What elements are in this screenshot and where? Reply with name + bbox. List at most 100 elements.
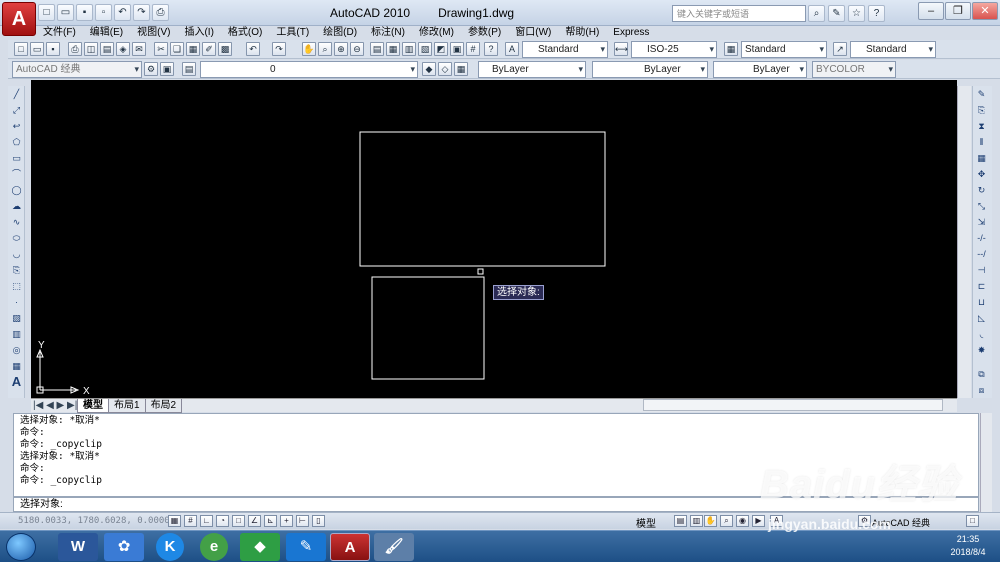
copy-icon[interactable]: ❏ [170,42,184,56]
rectangle-icon[interactable]: ▭ [10,152,23,164]
layer-properties-icon[interactable]: ▤ [182,62,196,76]
offset-icon[interactable]: ⫴ [975,136,988,148]
ortho-toggle-icon[interactable]: ∟ [200,515,213,527]
open-file-icon[interactable]: ▭ [30,42,44,56]
workspace-settings-icon[interactable]: ⚙ [144,62,158,76]
layout-tab[interactable]: 模型 [77,399,109,413]
quickcalc-icon[interactable]: ▣ [450,42,464,56]
break-icon[interactable]: ⊏ [975,280,988,292]
layer-previous-icon[interactable]: ◇ [438,62,452,76]
circle-icon[interactable]: ◯ [10,184,23,196]
fillet-icon[interactable]: ◟ [975,328,988,340]
showmotion-icon[interactable]: ▶ [752,515,765,527]
polygon-icon[interactable]: ⬠ [10,136,23,148]
grid-toggle-icon[interactable]: # [184,515,197,527]
plot-icon[interactable]: ⎙ [152,4,169,21]
menu-item[interactable]: 帮助(H) [558,26,606,40]
region-icon[interactable]: ◎ [10,344,23,356]
layout-tab[interactable]: 布局1 [108,399,146,413]
layer-select[interactable]: 0 [200,61,418,78]
plotstyle-select[interactable]: BYCOLOR [812,61,896,78]
polyline-icon[interactable]: ↩ [10,120,23,132]
browser-app-icon[interactable]: e [200,533,228,561]
trim-icon[interactable]: -/- [975,232,988,244]
stretch-icon[interactable]: ⇲ [975,216,988,228]
canvas-horizontal-scrollbar[interactable] [643,399,943,411]
steering-wheel-icon[interactable]: ◉ [736,515,749,527]
clean-screen-icon[interactable]: □ [966,515,979,527]
revcloud-icon[interactable]: ☁ [10,200,23,212]
extend-icon[interactable]: --/ [975,248,988,260]
menu-item[interactable]: 文件(F) [36,26,83,40]
explode-icon[interactable]: ✸ [975,344,988,356]
zoom-window-icon[interactable]: ⊕ [334,42,348,56]
rotate-icon[interactable]: ↻ [975,184,988,196]
markup-icon[interactable]: ◩ [434,42,448,56]
dyn-toggle-icon[interactable]: + [280,515,293,527]
model-space-label[interactable]: 模型 [636,515,656,530]
draworder-front-icon[interactable]: ⧈ [975,384,988,396]
save-file-icon[interactable]: ▪ [46,42,60,56]
open-icon[interactable]: ▭ [57,4,74,21]
clock[interactable]: 21:35 2018/8/4 [940,533,996,559]
join-icon[interactable]: ⊔ [975,296,988,308]
chamfer-icon[interactable]: ◺ [975,312,988,324]
table-style-select[interactable]: Standard [741,41,827,58]
design-center-icon[interactable]: ▦ [386,42,400,56]
array-icon[interactable]: ▦ [975,152,988,164]
layout-tab[interactable]: 布局2 [144,399,183,413]
word-app-icon[interactable]: W [58,533,98,561]
menu-item[interactable]: 标注(N) [364,26,412,40]
3d-dwf-icon[interactable]: ◈ [116,42,130,56]
quick-view-layouts-icon[interactable]: ▤ [674,515,687,527]
menu-item[interactable]: 修改(M) [412,26,461,40]
otrack-toggle-icon[interactable]: ∠ [248,515,261,527]
pan-icon[interactable]: ✋ [302,42,316,56]
command-scrollbar[interactable] [980,413,992,513]
toolbar-help-icon[interactable]: ? [484,42,498,56]
menu-item[interactable]: 格式(O) [221,26,269,40]
k-app-icon[interactable]: K [156,533,184,561]
menu-item[interactable]: 窗口(W) [508,26,558,40]
undo-icon[interactable]: ↶ [114,4,131,21]
make-block-icon[interactable]: ⬚ [10,280,23,292]
ellipse-arc-icon[interactable]: ◡ [10,248,23,260]
tool-palettes-icon[interactable]: ▥ [402,42,416,56]
close-icon[interactable]: ✕ [972,2,998,20]
menu-item[interactable]: 工具(T) [269,26,316,40]
snap-toggle-icon[interactable]: ▦ [168,515,181,527]
match-properties-icon[interactable]: ✐ [202,42,216,56]
restore-icon[interactable]: ❐ [945,2,971,20]
gradient-icon[interactable]: ▥ [10,328,23,340]
print-preview-icon[interactable]: ◫ [84,42,98,56]
mleader-style-select[interactable]: Standard [850,41,936,58]
favorites-icon[interactable]: ☆ [848,5,865,22]
status-zoom-icon[interactable]: ⌕ [720,515,733,527]
lineweight-select[interactable]: ByLayer [713,61,807,78]
ducs-toggle-icon[interactable]: ⊾ [264,515,277,527]
save-as-icon[interactable]: ▫ [95,4,112,21]
copy-object-icon[interactable]: ⎘ [975,104,988,116]
erase-icon[interactable]: ✎ [975,88,988,100]
ellipse-icon[interactable]: ⬭ [10,232,23,244]
calc-icon[interactable]: # [466,42,480,56]
print-icon[interactable]: ⎙ [68,42,82,56]
line-icon[interactable]: ╱ [10,88,23,100]
qp-toggle-icon[interactable]: ▯ [312,515,325,527]
make-current-layer-icon[interactable]: ◆ [422,62,436,76]
zoom-realtime-icon[interactable]: ⌕ [318,42,332,56]
start-button-icon[interactable] [6,533,36,561]
osnap-toggle-icon[interactable]: □ [232,515,245,527]
menu-item[interactable]: 插入(I) [177,26,220,40]
menu-item[interactable]: 视图(V) [130,26,177,40]
tab-nav-arrows[interactable]: |◀ ◀ ▶ ▶| [33,399,77,412]
mirror-icon[interactable]: ⧗ [975,120,988,132]
scale-icon[interactable]: ⤡ [975,200,988,212]
publish-icon[interactable]: ▤ [100,42,114,56]
paste-icon[interactable]: ▦ [186,42,200,56]
insert-block-icon[interactable]: ⎘ [10,264,23,276]
polar-toggle-icon[interactable]: ◔ [216,515,229,527]
zoom-previous-icon[interactable]: ⊖ [350,42,364,56]
infocenter-search-input[interactable]: 键入关键字或短语 [672,5,806,22]
menu-item[interactable]: 参数(P) [461,26,508,40]
